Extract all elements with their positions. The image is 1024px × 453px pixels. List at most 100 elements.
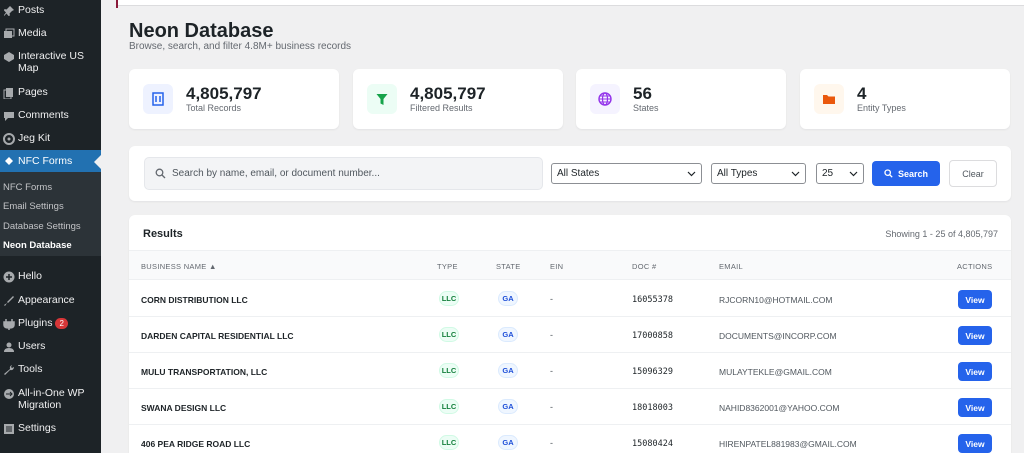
stat-value: 4,805,797 — [410, 84, 486, 103]
view-button[interactable]: View — [958, 326, 992, 345]
stat-value: 4,805,797 — [186, 84, 262, 103]
view-button[interactable]: View — [958, 398, 992, 417]
chevron-down-icon — [849, 171, 858, 177]
cell-doc-number: 16055378 — [632, 295, 673, 305]
state-select-value: All States — [557, 168, 600, 179]
stat-card-entity-types: 4 Entity Types — [800, 69, 1010, 129]
search-input[interactable] — [172, 158, 532, 189]
column-header-doc: DOC # — [632, 262, 657, 271]
stat-label: Entity Types — [857, 103, 906, 113]
sidebar-item-interactive-us-map[interactable]: Interactive US Map — [0, 50, 101, 76]
sidebar-item-users[interactable]: Users — [0, 340, 101, 354]
stat-card-total-records: 4,805,797 Total Records — [129, 69, 339, 129]
search-icon — [155, 168, 166, 179]
state-badge: GA — [498, 363, 518, 378]
stat-value: 4 — [857, 84, 867, 103]
cell-doc-number: 17000858 — [632, 331, 673, 341]
cell-ein: - — [550, 294, 553, 304]
page-title: Neon Database — [129, 20, 274, 42]
type-badge: LLC — [439, 435, 459, 450]
globe-icon — [598, 92, 612, 106]
sidebar-item-settings[interactable]: Settings — [0, 422, 101, 436]
sidebar-item-nfc-forms[interactable]: NFC Forms — [0, 150, 101, 172]
cell-email: RJCORN10@HOTMAIL.COM — [719, 295, 833, 305]
type-badge: LLC — [439, 291, 459, 306]
sidebar-item-media[interactable]: Media — [0, 27, 101, 41]
sidebar-item-label: Interactive US Map — [18, 50, 84, 74]
column-header-business-name[interactable]: BUSINESS NAME ▲ — [141, 262, 217, 271]
view-button[interactable]: View — [958, 362, 992, 381]
stat-label: Total Records — [186, 103, 242, 113]
table-row: SWANA DESIGN LLC LLC GA - 18018003 NAHID… — [129, 389, 1011, 425]
type-badge: LLC — [439, 399, 459, 414]
table-row: DARDEN CAPITAL RESIDENTIAL LLC LLC GA - … — [129, 317, 1011, 353]
search-button[interactable]: Search — [872, 161, 940, 186]
view-button[interactable]: View — [958, 434, 992, 453]
sidebar-item-label: Comments — [18, 109, 69, 121]
column-header-actions: ACTIONS — [957, 262, 993, 271]
sidebar-item-label: Hello — [18, 270, 42, 282]
view-button[interactable]: View — [958, 290, 992, 309]
column-header-ein: EIN — [550, 262, 564, 271]
sidebar-item-label: Appearance — [18, 294, 75, 306]
sidebar-item-label: Plugins 2 — [18, 317, 68, 329]
plus-icon — [3, 271, 15, 283]
sidebar-item-jeg-kit[interactable]: Jeg Kit — [0, 132, 101, 146]
cell-doc-number: 15096329 — [632, 367, 673, 377]
sidebar-item-label: Users — [18, 340, 46, 352]
type-badge: LLC — [439, 363, 459, 378]
stat-icon-box — [814, 84, 844, 114]
sidebar-item-label-text: Plugins — [18, 317, 53, 329]
sidebar-item-plugins[interactable]: Plugins 2 — [0, 317, 101, 331]
media-icon — [4, 28, 15, 38]
cell-email: HIRENPATEL881983@GMAIL.COM — [719, 439, 857, 449]
state-select[interactable]: All States — [551, 163, 702, 184]
state-badge: GA — [498, 291, 518, 306]
table-row: 406 PEA RIDGE ROAD LLC LLC GA - 15080424… — [129, 425, 1011, 453]
per-page-select[interactable]: 25 — [816, 163, 864, 184]
table-header: BUSINESS NAME ▲ TYPE STATE EIN DOC # EMA… — [129, 250, 1011, 280]
submenu-item-nfc-forms[interactable]: NFC Forms — [3, 182, 52, 193]
results-panel: Results Showing 1 - 25 of 4,805,797 BUSI… — [129, 215, 1011, 453]
submenu-item-database-settings[interactable]: Database Settings — [3, 221, 81, 232]
search-button-label: Search — [897, 168, 929, 179]
sidebar-item-label: All-in-One WP Migration — [18, 387, 85, 411]
sidebar-item-hello[interactable]: Hello — [0, 270, 101, 284]
sidebar-item-label: Tools — [18, 363, 43, 375]
sidebar-item-posts[interactable]: Posts — [0, 4, 101, 18]
table-row: CORN DISTRIBUTION LLC LLC GA - 16055378 … — [129, 281, 1011, 317]
search-icon — [884, 169, 893, 178]
type-select[interactable]: All Types — [711, 163, 806, 184]
active-indicator — [94, 155, 101, 169]
state-badge: GA — [498, 327, 518, 342]
column-header-state: STATE — [496, 262, 521, 271]
submenu-item-email-settings[interactable]: Email Settings — [3, 201, 64, 212]
sidebar-item-label: Jeg Kit — [18, 132, 51, 144]
cell-email: NAHID8362001@YAHOO.COM — [719, 403, 840, 413]
jegkit-icon — [3, 133, 15, 145]
stat-card-filtered-results: 4,805,797 Filtered Results — [353, 69, 563, 129]
cell-ein: - — [550, 366, 553, 376]
sidebar-item-label: Media — [18, 27, 47, 39]
folder-icon — [823, 95, 835, 104]
clear-button[interactable]: Clear — [949, 160, 997, 187]
cell-doc-number: 15080424 — [632, 439, 673, 449]
page-subtitle: Browse, search, and filter 4.8M+ busines… — [129, 41, 352, 52]
sidebar-item-tools[interactable]: Tools — [0, 363, 101, 377]
sidebar-item-comments[interactable]: Comments — [0, 109, 101, 123]
top-notice-bar — [116, 0, 1024, 6]
state-badge: GA — [498, 435, 518, 450]
sidebar-item-label: NFC Forms — [18, 155, 73, 167]
sidebar-item-pages[interactable]: Pages — [0, 86, 101, 100]
stat-label: States — [633, 103, 659, 113]
state-badge: GA — [498, 399, 518, 414]
sidebar-item-label: Posts — [18, 4, 45, 16]
sidebar-item-appearance[interactable]: Appearance — [0, 294, 101, 308]
cell-email: DOCUMENTS@INCORP.COM — [719, 331, 837, 341]
cell-doc-number: 18018003 — [632, 403, 673, 413]
cell-business-name: 406 PEA RIDGE ROAD LLC — [141, 439, 251, 449]
sidebar-item-all-in-one-wp-migration[interactable]: All-in-One WP Migration — [0, 387, 101, 413]
main-content: Neon Database Browse, search, and filter… — [101, 0, 1024, 453]
sidebar-item-label: Pages — [18, 86, 48, 98]
submenu-item-neon-database[interactable]: Neon Database — [3, 240, 72, 251]
